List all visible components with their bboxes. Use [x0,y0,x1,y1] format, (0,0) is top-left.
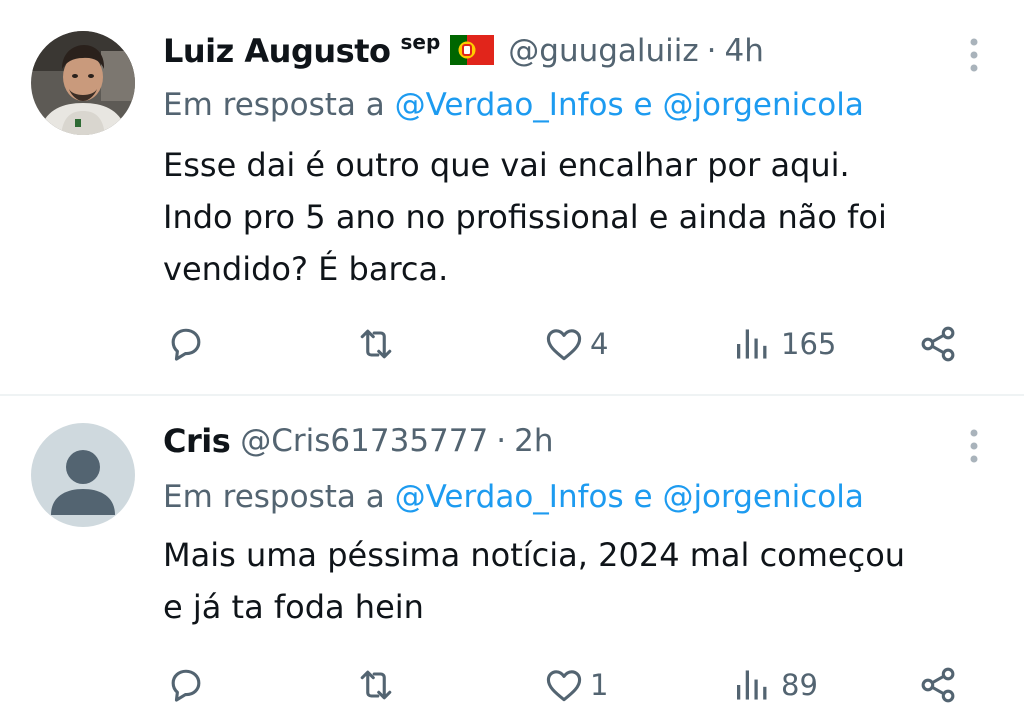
display-name[interactable]: Cris [163,422,231,460]
mention-link[interactable]: @Verdao_Infos [395,87,624,123]
avatar[interactable] [31,31,135,135]
action-bar: 4 165 [0,322,1024,366]
separator-dot: · [496,423,507,459]
share-icon [921,326,955,362]
user-handle[interactable]: @guugaluiiz [508,33,698,69]
name-badge-text: sep [400,30,441,54]
tweet-divider [0,394,1024,396]
mention-link[interactable]: @jorgenicola [662,479,863,515]
share-icon [921,667,955,703]
mention-conjunction: e [633,87,653,123]
tweet-header: Cris @Cris61735777 · 2h [163,419,553,463]
timestamp[interactable]: 2h [514,423,553,459]
portugal-flag-icon [450,35,495,65]
share-button[interactable] [916,322,960,366]
tweet-text-line: e já ta foda hein [163,588,424,626]
mention-conjunction: e [633,479,653,515]
view-count: 165 [781,327,837,361]
reply-button[interactable] [164,322,208,366]
separator-dot: · [706,33,717,69]
tweet-text-line: Mais uma péssima notícia, 2024 mal começ… [163,536,906,574]
timestamp[interactable]: 4h [725,33,764,69]
user-handle[interactable]: @Cris61735777 [240,423,488,459]
more-options-icon[interactable] [968,36,980,76]
reply-icon [171,328,201,361]
like-count: 1 [590,668,609,702]
tweet[interactable]: Luiz Augusto sep @guugaluiiz · 4h Em res… [0,0,1024,395]
heart-icon [546,670,582,702]
action-bar: 1 89 [0,663,1024,707]
retweet-icon [360,329,392,359]
views-icon [737,329,767,359]
tweet-text-line: Esse dai é outro que vai encalhar por aq… [163,146,850,184]
more-options-icon[interactable] [968,427,980,467]
tweet-header: Luiz Augusto sep @guugaluiiz · 4h [163,29,764,73]
display-name[interactable]: Luiz Augusto [163,32,391,70]
avatar[interactable] [31,423,135,527]
mention-link[interactable]: @jorgenicola [662,87,863,123]
tweet-text: Mais uma péssima notícia, 2024 mal começ… [163,529,993,633]
retweet-icon [360,670,392,700]
profile-photo-icon [31,31,135,135]
tweet-text: Esse dai é outro que vai encalhar por aq… [163,139,993,295]
mention-link[interactable]: @Verdao_Infos [395,479,624,515]
reply-button[interactable] [164,663,208,707]
retweet-button[interactable] [354,322,398,366]
reply-prefix: Em resposta a [163,479,385,515]
view-count: 89 [781,668,818,702]
views-button[interactable]: 89 [733,663,818,707]
default-avatar-icon [31,423,135,527]
tweet-text-line: vendido? É barca. [163,250,449,288]
reply-prefix: Em resposta a [163,87,385,123]
like-count: 4 [590,327,609,361]
reply-icon [171,669,201,702]
reply-context: Em resposta a @Verdao_Infos e @jorgenico… [163,475,864,519]
share-button[interactable] [916,663,960,707]
like-button[interactable]: 4 [542,322,608,366]
reply-context: Em resposta a @Verdao_Infos e @jorgenico… [163,83,864,127]
views-icon [737,670,767,700]
views-button[interactable]: 165 [733,322,836,366]
tweet-text-line: Indo pro 5 ano no profissional e ainda n… [163,198,887,236]
heart-icon [546,329,582,361]
like-button[interactable]: 1 [542,663,608,707]
retweet-button[interactable] [354,663,398,707]
tweet[interactable]: Cris @Cris61735777 · 2h Em resposta a @V… [0,397,1024,728]
